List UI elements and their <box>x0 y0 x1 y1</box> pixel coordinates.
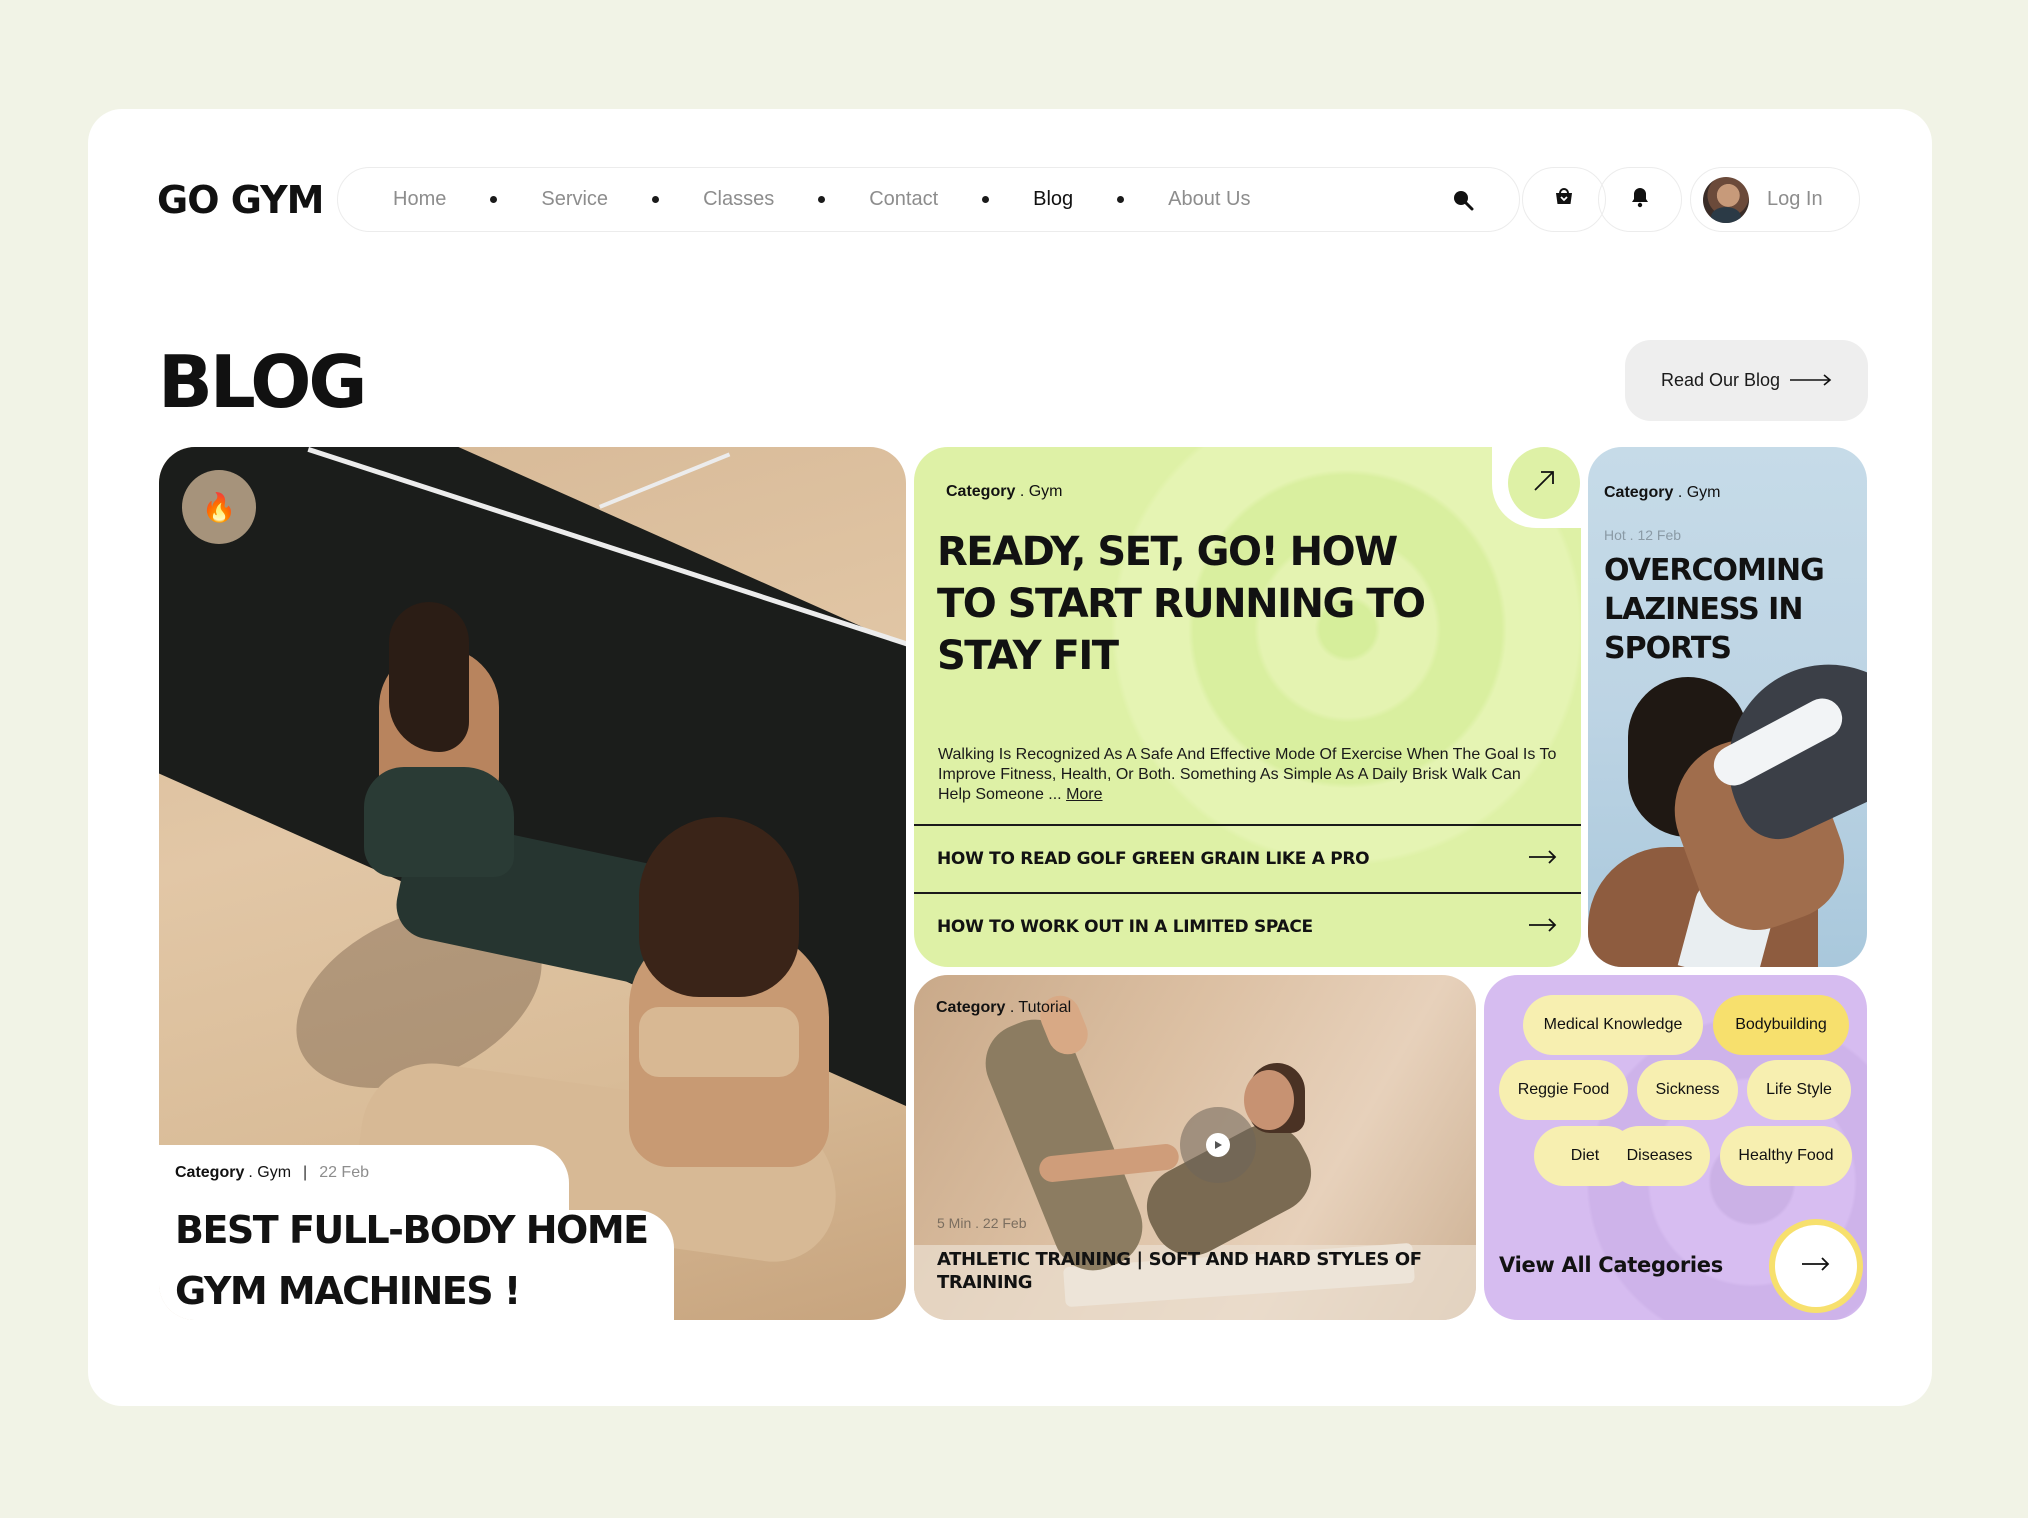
login-label: Log In <box>1767 188 1823 210</box>
view-all-categories-button[interactable] <box>1775 1225 1857 1307</box>
blue-article-card[interactable]: Category . Gym Hot . 12 Feb OVERCOMING L… <box>1588 447 1867 967</box>
related-article-link[interactable]: HOW TO READ GOLF GREEN GRAIN LIKE A PRO <box>914 824 1581 892</box>
long-arrow-right-icon <box>1790 370 1832 391</box>
cart-button[interactable] <box>1522 167 1606 232</box>
nav-separator-dot <box>818 196 826 203</box>
nav-separator-dot <box>490 196 498 203</box>
view-all-categories-label[interactable]: View All Categories <box>1499 1253 1723 1277</box>
nav-item-about[interactable]: About Us <box>1168 188 1250 211</box>
nav-item-classes[interactable]: Classes <box>703 188 774 211</box>
category-chip[interactable]: Diseases <box>1609 1126 1710 1186</box>
related-article-title: HOW TO WORK OUT IN A LIMITED SPACE <box>937 917 1313 937</box>
brand-logo[interactable]: GO GYM <box>157 178 324 222</box>
arrow-right-icon <box>1802 1256 1830 1276</box>
search-icon[interactable] <box>1447 184 1479 216</box>
featured-article-card[interactable]: 🔥 <box>159 447 906 1320</box>
main-nav: Home Service Classes Contact Blog About … <box>337 167 1520 232</box>
related-article-title: HOW TO READ GOLF GREEN GRAIN LIKE A PRO <box>937 849 1370 869</box>
page-title: BLOG <box>158 340 367 424</box>
featured-article-meta: Category . Gym | 22 Feb <box>175 1164 369 1182</box>
blue-card-title[interactable]: OVERCOMING LAZINESS IN SPORTS <box>1604 551 1864 668</box>
description-text: Walking Is Recognized As A Safe And Effe… <box>938 746 1557 803</box>
categories-card: Medical Knowledge Bodybuilding Reggie Fo… <box>1484 975 1867 1320</box>
notifications-button[interactable] <box>1598 167 1682 232</box>
article-date: 22 Feb <box>319 1164 369 1181</box>
featured-article-title[interactable]: BEST FULL-BODY HOME GYM MACHINES ! <box>175 1200 695 1322</box>
figure-sports-top <box>364 767 514 877</box>
open-article-button[interactable] <box>1508 447 1580 519</box>
cart-icon <box>1553 186 1575 213</box>
fire-icon: 🔥 <box>182 470 256 544</box>
court-line <box>599 452 731 509</box>
category-chip[interactable]: Reggie Food <box>1499 1060 1628 1120</box>
green-card-title[interactable]: READY, SET, GO! HOW TO START RUNNING TO … <box>937 526 1457 682</box>
tutorial-card-meta: 5 Min . 22 Feb <box>937 1215 1027 1231</box>
figure-sports-top <box>639 1007 799 1077</box>
category-label: Category <box>946 483 1016 500</box>
category-chip[interactable]: Healthy Food <box>1720 1126 1852 1186</box>
arrow-right-icon <box>1529 917 1557 937</box>
tutorial-card-category: Category . Tutorial <box>936 999 1071 1017</box>
avatar <box>1703 176 1749 223</box>
nav-item-home[interactable]: Home <box>393 188 446 211</box>
category-value: . Gym <box>1677 484 1721 501</box>
read-our-blog-button[interactable]: Read Our Blog <box>1625 340 1868 421</box>
category-value: . Gym <box>248 1164 292 1181</box>
category-chip[interactable]: Life Style <box>1747 1060 1851 1120</box>
category-value: . Gym <box>1019 483 1063 500</box>
related-article-link[interactable]: HOW TO WORK OUT IN A LIMITED SPACE <box>914 892 1581 960</box>
nav-item-service[interactable]: Service <box>541 188 608 211</box>
blue-card-meta: Hot . 12 Feb <box>1604 527 1682 543</box>
nav-item-contact[interactable]: Contact <box>869 188 938 211</box>
green-card-description: Walking Is Recognized As A Safe And Effe… <box>938 745 1558 805</box>
category-chip[interactable]: Sickness <box>1637 1060 1738 1120</box>
category-label: Category <box>1604 484 1674 501</box>
arrow-up-right-icon <box>1533 470 1555 497</box>
play-icon <box>1206 1133 1230 1157</box>
nav-separator-dot <box>652 196 660 203</box>
green-card-category: Category . Gym <box>946 483 1062 501</box>
nav-separator-dot <box>1117 196 1125 203</box>
figure-hair <box>389 602 469 752</box>
nav-separator-dot <box>982 196 990 203</box>
category-chip[interactable]: Medical Knowledge <box>1523 995 1703 1055</box>
login-button[interactable]: Log In <box>1690 167 1860 232</box>
category-chip[interactable]: Bodybuilding <box>1713 995 1849 1055</box>
tutorial-card-title[interactable]: ATHLETIC TRAINING | SOFT AND HARD STYLES… <box>937 1248 1457 1294</box>
meta-separator: | <box>303 1164 308 1181</box>
figure-hair <box>639 817 799 997</box>
bell-icon <box>1630 186 1650 213</box>
tutorial-video-card[interactable]: Category . Tutorial 5 Min . 22 Feb ATHLE… <box>914 975 1476 1320</box>
arrow-right-icon <box>1529 849 1557 869</box>
play-button[interactable] <box>1180 1107 1256 1183</box>
category-label: Category <box>936 999 1006 1016</box>
more-link[interactable]: More <box>1066 786 1102 803</box>
nav-item-blog[interactable]: Blog <box>1033 188 1073 211</box>
category-label: Category <box>175 1164 245 1181</box>
category-value: . Tutorial <box>1009 999 1072 1016</box>
read-our-blog-label: Read Our Blog <box>1660 370 1781 390</box>
figure-head <box>1244 1070 1294 1130</box>
blue-card-category: Category . Gym <box>1604 484 1720 502</box>
